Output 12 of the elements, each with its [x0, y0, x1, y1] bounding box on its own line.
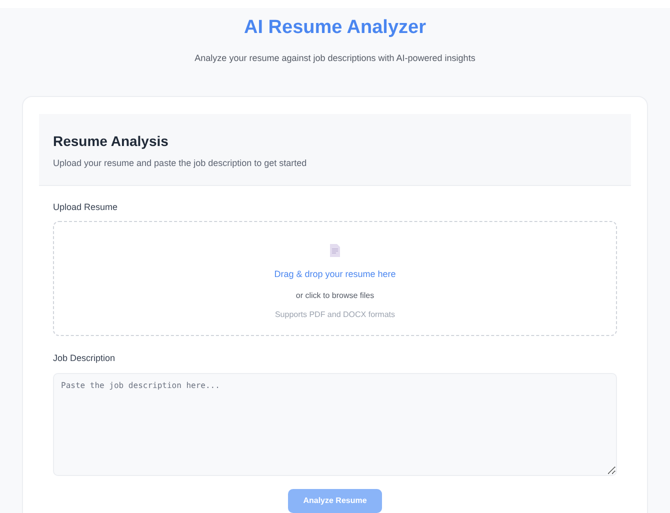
- job-description-label: Job Description: [53, 352, 116, 365]
- upload-prompt: Drag & drop your resume here: [274, 268, 396, 281]
- app-title: AI Resume Analyzer: [244, 16, 426, 40]
- job-description-field[interactable]: Paste the job description here...: [53, 372, 617, 476]
- upload-dropzone[interactable]: Drag & drop your resume here or click to browse files Supports PDF and DOCX formats: [53, 221, 617, 336]
- document-icon: [330, 244, 340, 257]
- app-subtitle: Analyze your resume against job descriptions with AI-powered insights: [194, 52, 476, 65]
- upload-label: Upload Resume: [53, 200, 119, 214]
- card-subtitle: Upload your resume and paste the job description to get started: [53, 156, 308, 170]
- card-title: Resume Analysis: [53, 132, 170, 150]
- upload-hint: or click to browse files: [296, 290, 374, 302]
- supported-formats: Supports PDF and DOCX formats: [274, 308, 396, 320]
